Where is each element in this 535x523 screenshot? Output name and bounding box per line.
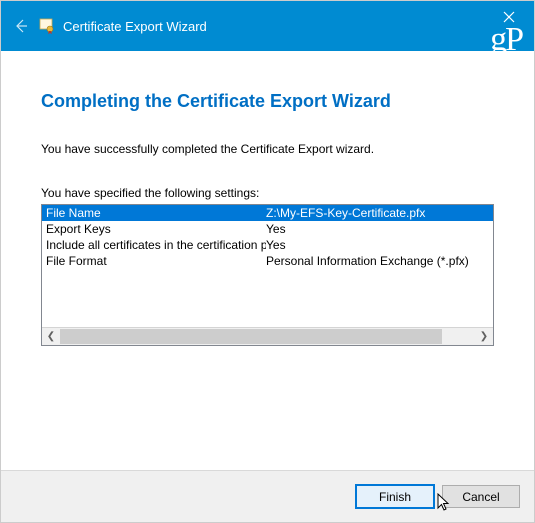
setting-name: Include all certificates in the certific… [46,237,266,253]
setting-value: Personal Information Exchange (*.pfx) [266,253,489,269]
settings-row[interactable]: File FormatPersonal Information Exchange… [42,253,493,269]
setting-name: Export Keys [46,221,266,237]
setting-name: File Format [46,253,266,269]
back-arrow-icon[interactable] [11,16,31,36]
content-area: Completing the Certificate Export Wizard… [1,51,534,346]
settings-row[interactable]: File NameZ:\My-EFS-Key-Certificate.pfx [42,205,493,221]
scroll-left-button[interactable]: ❮ [42,328,60,345]
titlebar: Certificate Export Wizard gP [1,1,534,51]
scroll-right-button[interactable]: ❯ [475,328,493,345]
setting-value: Z:\My-EFS-Key-Certificate.pfx [266,205,489,221]
settings-label: You have specified the following setting… [41,186,494,200]
setting-name: File Name [46,205,266,221]
horizontal-scrollbar[interactable]: ❮ ❯ [42,327,493,345]
settings-row[interactable]: Export KeysYes [42,221,493,237]
watermark: gP [490,23,522,57]
setting-value: Yes [266,221,489,237]
certificate-icon [37,16,57,36]
success-message: You have successfully completed the Cert… [41,142,494,156]
scroll-thumb[interactable] [60,329,442,344]
finish-button[interactable]: Finish [356,485,434,508]
wizard-title: Certificate Export Wizard [63,19,207,34]
page-heading: Completing the Certificate Export Wizard [41,91,494,112]
setting-value: Yes [266,237,489,253]
scroll-track[interactable] [60,328,475,345]
settings-row[interactable]: Include all certificates in the certific… [42,237,493,253]
settings-listbox[interactable]: File NameZ:\My-EFS-Key-Certificate.pfxEx… [41,204,494,346]
footer: Finish Cancel [1,470,534,522]
cancel-button[interactable]: Cancel [442,485,520,508]
